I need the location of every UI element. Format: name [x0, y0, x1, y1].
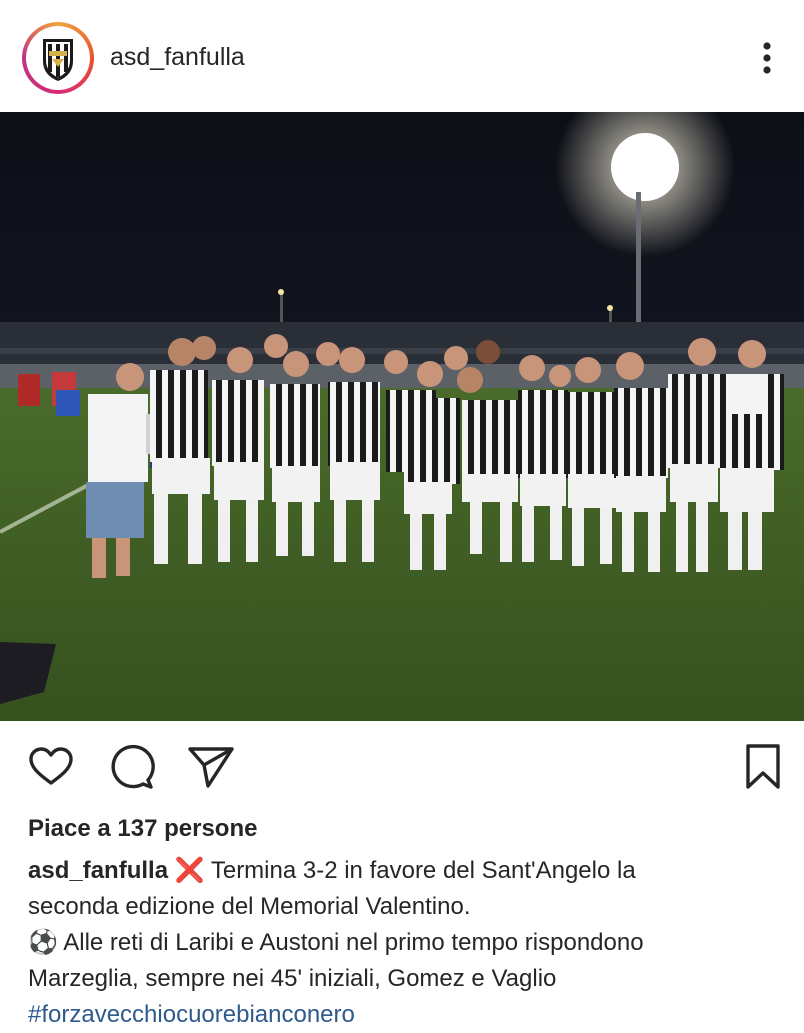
heart-icon [29, 747, 73, 785]
caption-text-1: Termina 3-2 in favore del Sant'Angelo la [210, 857, 636, 884]
caption-text-2: seconda edizione del Memorial Valentino. [28, 893, 471, 920]
more-options-button[interactable] [752, 38, 782, 78]
caption-username[interactable]: asd_fanfulla [28, 857, 168, 884]
caption-line-3: ⚽ Alle reti di Laribi e Austoni nel prim… [28, 925, 788, 961]
more-vertical-icon [763, 42, 771, 74]
post-header: asd_fanfulla [0, 0, 804, 112]
shield-crest-icon [29, 29, 87, 87]
like-button[interactable] [26, 742, 76, 792]
caption-line-1: asd_fanfulla ❌ Termina 3-2 in favore del… [28, 853, 788, 889]
team-photo-image [0, 112, 804, 721]
caption-text-3: Alle reti di Laribi e Austoni nel primo … [63, 929, 644, 956]
post-actions [0, 728, 804, 808]
post-caption: asd_fanfulla ❌ Termina 3-2 in favore del… [28, 853, 788, 1033]
send-icon [188, 747, 234, 788]
comment-icon [111, 744, 155, 789]
avatar-image [26, 26, 90, 90]
save-button[interactable] [738, 742, 788, 792]
post-username[interactable]: asd_fanfulla [110, 43, 245, 72]
red-cross-icon: ❌ [174, 857, 205, 884]
share-button[interactable] [186, 742, 236, 792]
likes-count[interactable]: Piace a 137 persone [28, 815, 257, 843]
post-photo[interactable] [0, 112, 804, 721]
comment-button[interactable] [106, 742, 156, 792]
avatar[interactable] [22, 22, 94, 94]
soccer-ball-icon: ⚽ [28, 929, 58, 956]
caption-hashtag[interactable]: #forzavecchiocuorebianconero [28, 997, 788, 1033]
caption-text-4: Marzeglia, sempre nei 45' iniziali, Gome… [28, 965, 557, 992]
bookmark-icon [746, 744, 780, 789]
